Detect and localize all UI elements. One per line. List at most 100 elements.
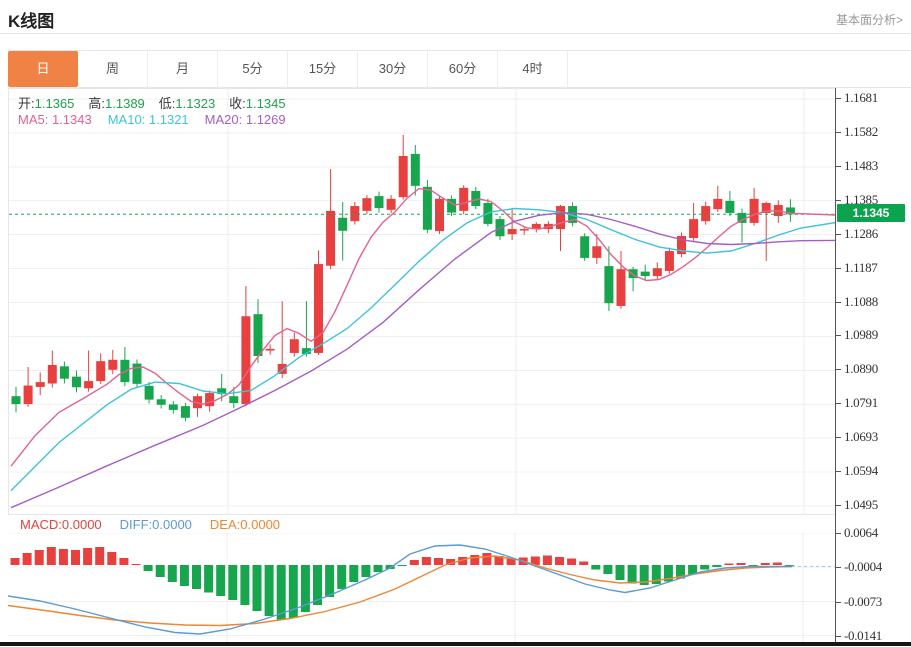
candle	[520, 229, 529, 231]
axis-label: 0.0064	[844, 525, 908, 541]
macd-bar	[253, 565, 262, 611]
tab-5分[interactable]: 5分	[218, 51, 288, 87]
macd-bar	[11, 558, 20, 565]
macd-bar	[603, 565, 612, 574]
axis-tick	[836, 567, 841, 568]
candle	[157, 399, 166, 404]
axis-tick	[836, 471, 841, 472]
candle	[387, 199, 396, 210]
candle	[617, 269, 626, 306]
macd-bar	[47, 547, 56, 565]
tab-30分[interactable]: 30分	[358, 51, 428, 87]
ma10-line	[11, 209, 836, 491]
dea-line	[8, 556, 792, 626]
candle	[653, 268, 662, 276]
candle	[326, 211, 335, 266]
candle	[48, 365, 57, 384]
candle	[96, 361, 105, 381]
candle	[423, 187, 432, 230]
macd-bar	[95, 547, 104, 565]
axis-tick	[836, 403, 841, 404]
macd-bar	[591, 565, 600, 570]
axis-label: 1.0495	[844, 497, 908, 513]
macd-bar	[204, 565, 213, 593]
tab-60分[interactable]: 60分	[428, 51, 498, 87]
candle	[338, 218, 347, 231]
macd-bar	[724, 564, 733, 566]
macd-bar	[434, 558, 443, 565]
macd-bar	[180, 565, 189, 586]
macd-bar	[398, 565, 407, 566]
axis-tick	[836, 533, 841, 534]
candle	[435, 199, 444, 231]
candlestick-svg	[9, 89, 836, 514]
macd-bar	[349, 565, 358, 582]
macd-bar	[59, 549, 68, 565]
macd-bar	[374, 565, 383, 572]
period-tabbar: 日周月5分15分30分60分4时	[8, 50, 911, 88]
axis-tick	[836, 132, 841, 133]
axis-label: 1.0890	[844, 361, 908, 377]
tab-15分[interactable]: 15分	[288, 51, 358, 87]
macd-bar	[470, 555, 479, 565]
candle	[604, 266, 613, 303]
macd-bar	[337, 565, 346, 589]
candle	[24, 386, 33, 405]
axis-tick	[836, 437, 841, 438]
macd-chart-area[interactable]	[8, 533, 835, 645]
current-price-tag: 1.1345	[837, 204, 905, 222]
low-label: 低:	[159, 96, 176, 111]
macd-value-label: MACD:0.0000	[20, 517, 102, 532]
ma20-legend: MA20: 1.1269	[205, 112, 286, 127]
macd-bar	[35, 550, 44, 565]
macd-bar	[71, 550, 80, 565]
candle	[750, 199, 759, 223]
macd-bar	[361, 565, 370, 577]
macd-svg	[8, 533, 835, 645]
axis-tick	[836, 335, 841, 336]
candle	[60, 366, 69, 378]
main-chart-area[interactable]	[8, 88, 836, 515]
axis-label: 1.1088	[844, 294, 908, 310]
axis-label: 1.0693	[844, 429, 908, 445]
candle	[314, 264, 323, 353]
axis-tick	[836, 268, 841, 269]
axis-label: -0.0073	[844, 594, 908, 610]
candle	[108, 360, 117, 370]
page-title: K线图	[8, 7, 54, 32]
tab-日[interactable]: 日	[8, 51, 78, 87]
bottom-border-bar	[0, 642, 911, 646]
macd-bar	[410, 560, 419, 565]
axis-label: 1.1286	[844, 226, 908, 242]
open-value: 1.1365	[35, 96, 75, 111]
candle	[205, 393, 214, 406]
candle	[556, 206, 565, 229]
axis-tick	[836, 200, 841, 201]
macd-bar	[132, 564, 141, 565]
candle	[411, 154, 420, 186]
candle	[229, 396, 238, 403]
tab-周[interactable]: 周	[78, 51, 148, 87]
macd-bar	[482, 553, 491, 565]
axis-label: 1.1187	[844, 260, 908, 276]
candle	[713, 199, 722, 209]
fundamental-analysis-link[interactable]: 基本面分析>	[836, 11, 903, 28]
tab-4时[interactable]: 4时	[498, 51, 568, 87]
axis-tick	[836, 602, 841, 603]
macd-bar	[712, 565, 721, 567]
tab-月[interactable]: 月	[148, 51, 218, 87]
axis-label: 1.0791	[844, 395, 908, 411]
macd-bar	[216, 565, 225, 596]
axis-tick	[836, 234, 841, 235]
candle	[459, 188, 468, 211]
macd-bar	[156, 565, 165, 577]
candle	[665, 251, 674, 271]
candle	[592, 246, 601, 258]
axis-label: 1.0594	[844, 463, 908, 479]
macd-bar	[325, 565, 334, 597]
candle	[266, 349, 275, 351]
candle	[145, 386, 154, 400]
macd-bar	[119, 558, 128, 565]
candle	[399, 156, 408, 197]
open-label: 开:	[18, 96, 35, 111]
